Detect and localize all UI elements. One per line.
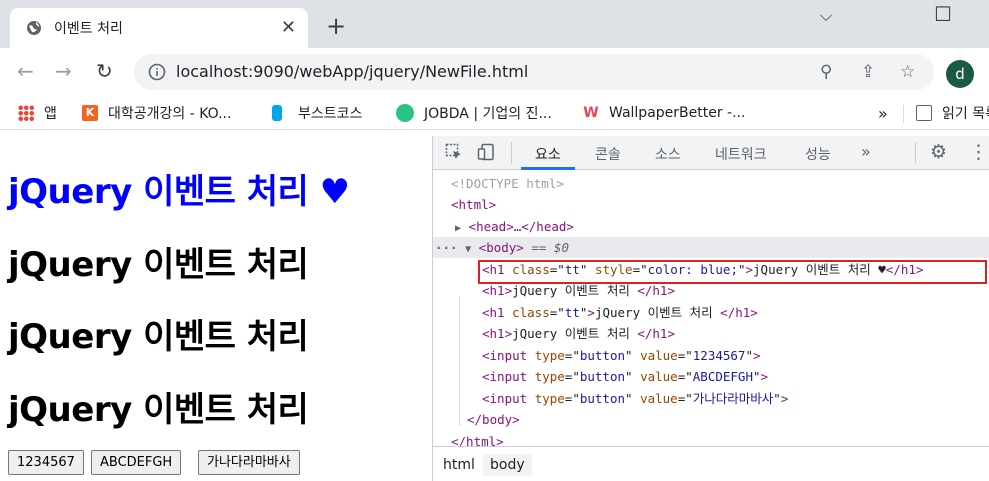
bookmark-label: 읽기 목록 [942, 106, 989, 122]
toolbar-separator [915, 142, 916, 164]
node-text: jQuery 이벤트 처리 [512, 326, 638, 341]
breadcrumb-bar: html body [433, 446, 989, 481]
device-toolbar-icon[interactable] [477, 143, 495, 166]
dom-h1-tt[interactable]: <h1 class="tt">jQuery 이벤트 처리 </h1> [433, 302, 989, 323]
bookmark-star-icon[interactable]: ☆ [900, 62, 915, 82]
button-abcdefgh[interactable]: ABCDEFGH [91, 450, 182, 475]
toolbar-separator [511, 142, 512, 164]
profile-avatar[interactable]: d [946, 60, 974, 88]
devtools-toolbar: 요소 콘솔 소스 네트워크 성능 » ⚙ ⋮ [433, 136, 989, 170]
tab-console[interactable]: 콘솔 [595, 144, 621, 164]
bookmark-apps[interactable]: 앱 [18, 103, 57, 123]
body-close-tag: </body> [467, 412, 520, 427]
bookmark-boostcourse[interactable]: 부스트코스 [272, 103, 362, 123]
browser-toolbar: ← → ↻ localhost:9090/webApp/jquery/NewFi… [0, 48, 989, 96]
more-options-icon[interactable]: ⋮ [969, 141, 988, 163]
reload-icon[interactable]: ↻ [96, 60, 113, 82]
collapse-arrow-icon[interactable]: ▼ [465, 244, 471, 255]
bookmark-label: WallpaperBetter -... [609, 105, 746, 121]
dom-body-open[interactable]: ··· ▼ <body> == $0 [433, 237, 989, 258]
boostcourse-icon [272, 105, 282, 121]
tab-sources[interactable]: 소스 [655, 144, 681, 164]
highlight-box [478, 260, 987, 284]
head-tag: <head>…</head> [468, 219, 574, 234]
wallpaperbetter-icon: W [583, 105, 599, 121]
bookmark-divider [903, 105, 904, 123]
breadcrumb-body[interactable]: body [483, 454, 532, 476]
ellipsis-icon[interactable]: ··· [435, 240, 458, 255]
heading-2: jQuery 이벤트 처리 [8, 245, 309, 285]
more-tabs-icon[interactable]: » [861, 142, 871, 161]
dom-doctype[interactable]: <!DOCTYPE html> [433, 173, 989, 194]
jobda-icon [396, 104, 414, 122]
bookmark-kocw[interactable]: K 대학공개강의 - KO... [82, 103, 231, 123]
heading-4: jQuery 이벤트 처리 [8, 390, 309, 430]
heading-tt-blue: jQuery 이벤트 처리 ♥ [8, 164, 350, 213]
globe-icon [26, 20, 42, 36]
node-text: jQuery 이벤트 처리 [512, 283, 638, 298]
tab-strip: 이벤트 처리 ✕ + ⌵ ☐ [0, 0, 989, 48]
kocw-icon: K [82, 105, 98, 121]
devtools-panel: 요소 콘솔 소스 네트워크 성능 » ⚙ ⋮ <!DOCTYPE html> <… [432, 136, 989, 481]
settings-gear-icon[interactable]: ⚙ [930, 141, 947, 163]
selected-marker: == $0 [531, 240, 569, 255]
body-open-tag: <body> [478, 240, 524, 255]
bookmark-label: 앱 [44, 106, 57, 122]
new-tab-icon[interactable]: + [326, 14, 346, 38]
attr-value: 가나다라마바사 [692, 391, 774, 406]
attr-value: tt [564, 305, 580, 320]
back-icon[interactable]: ← [17, 60, 34, 82]
bookmark-label: 부스트코스 [298, 106, 363, 122]
tab-performance[interactable]: 성능 [805, 144, 831, 164]
page-viewport: jQuery 이벤트 처리 ♥ jQuery 이벤트 처리 jQuery 이벤트… [0, 136, 432, 481]
heading-text: jQuery 이벤트 처리 ♥ [8, 172, 350, 212]
browser-tab[interactable]: 이벤트 처리 ✕ [10, 8, 308, 48]
attr-value: 1234567 [692, 348, 746, 363]
tab-network[interactable]: 네트워크 [715, 144, 767, 164]
more-bookmarks-icon[interactable]: » [878, 103, 888, 123]
reading-list-icon [916, 105, 932, 121]
site-info-icon[interactable] [148, 63, 166, 85]
dom-input-2[interactable]: <input type="button" value="ABCDEFGH"> [433, 366, 989, 387]
dom-input-3[interactable]: <input type="button" value="가나다라마바사"> [433, 388, 989, 409]
breadcrumb-html[interactable]: html [436, 454, 482, 476]
chevron-down-icon[interactable]: ⌵ [820, 6, 832, 26]
dom-html-close[interactable]: </html> [433, 431, 989, 446]
button-korean[interactable]: 가나다라마바사 [198, 450, 300, 475]
attr-value: button [579, 369, 626, 384]
bookmark-label: 대학공개강의 - KO... [108, 106, 232, 122]
forward-icon[interactable]: → [55, 60, 72, 82]
expand-arrow-icon[interactable]: ▶ [455, 223, 461, 234]
address-bar[interactable]: localhost:9090/webApp/jquery/NewFile.htm… [134, 54, 934, 90]
dom-html-open[interactable]: <html> [433, 194, 989, 215]
bookmarks-bar: 앱 K 대학공개강의 - KO... 부스트코스 JOBDA | 기업의 진..… [0, 96, 989, 130]
inspect-element-icon[interactable] [445, 143, 463, 166]
maximize-icon[interactable]: ☐ [934, 2, 952, 26]
share-icon[interactable]: ⇪ [861, 62, 875, 82]
tab-title: 이벤트 처리 [54, 21, 123, 37]
html-close-tag: </html> [451, 434, 504, 446]
zoom-icon[interactable]: ⚲ [820, 62, 832, 82]
dom-head[interactable]: ▶ <head>…</head> [433, 216, 989, 237]
doctype-text: <!DOCTYPE html> [451, 176, 564, 191]
url-text[interactable]: localhost:9090/webApp/jquery/NewFile.htm… [176, 62, 528, 81]
button-1234567[interactable]: 1234567 [8, 450, 84, 475]
bookmark-reading-list[interactable]: 읽기 목록 [916, 103, 989, 123]
elements-tree: <!DOCTYPE html> <html> ▶ <head>…</head> … [433, 170, 989, 446]
bookmark-jobda[interactable]: JOBDA | 기업의 진... [396, 103, 552, 123]
tab-elements[interactable]: 요소 [535, 144, 561, 164]
heading-tt: jQuery 이벤트 처리 [8, 317, 309, 357]
apps-grid-icon [18, 105, 34, 121]
node-text: jQuery 이벤트 처리 [594, 305, 721, 320]
close-tab-icon[interactable]: ✕ [281, 19, 296, 37]
attr-value: ABCDEFGH [692, 369, 753, 384]
bookmark-wallpaperbetter[interactable]: W WallpaperBetter -... [583, 103, 745, 123]
html-open-tag: <html> [451, 197, 497, 212]
bookmark-label: JOBDA | 기업의 진... [424, 106, 552, 122]
dom-h1-plain-2[interactable]: <h1>jQuery 이벤트 처리 </h1> [433, 323, 989, 344]
attr-value: button [579, 391, 626, 406]
attr-value: button [579, 348, 626, 363]
dom-input-1[interactable]: <input type="button" value="1234567"> [433, 345, 989, 366]
dom-body-close[interactable]: </body> [433, 409, 989, 430]
